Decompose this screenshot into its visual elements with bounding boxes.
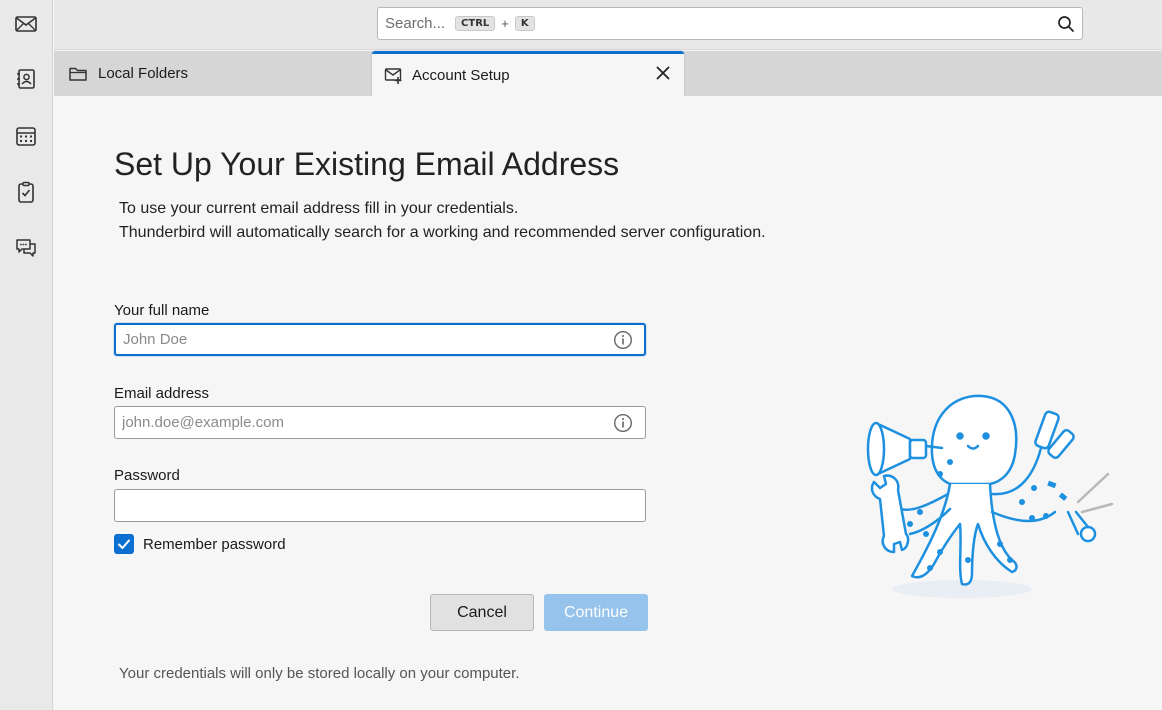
email-label: Email address xyxy=(114,385,210,402)
checkmark-icon xyxy=(118,539,130,549)
credentials-footnote: Your credentials will only be stored loc… xyxy=(119,665,520,682)
chat-space-button[interactable] xyxy=(9,231,43,265)
mail-setup-icon xyxy=(384,68,402,84)
chat-icon xyxy=(16,239,36,257)
password-input[interactable] xyxy=(115,490,595,521)
calendar-space-button[interactable] xyxy=(9,119,43,153)
mail-space-button[interactable] xyxy=(9,7,43,41)
fullname-field-wrapper xyxy=(114,323,646,356)
octopus-mascot-illustration xyxy=(866,394,1114,598)
global-search-box[interactable]: Search... CTRL + K xyxy=(377,7,1083,40)
page-title: Set Up Your Existing Email Address xyxy=(114,146,620,182)
tasks-space-button[interactable] xyxy=(9,175,43,209)
remember-password-option[interactable]: Remember password xyxy=(114,534,286,554)
address-book-icon xyxy=(17,69,35,89)
shortcut-ctrl-key: CTRL xyxy=(455,16,496,31)
tab-bar: Local Folders Account Setup xyxy=(54,51,1162,96)
tab-local-folders[interactable]: Local Folders xyxy=(68,51,188,96)
page-description: To use your current email address fill i… xyxy=(119,197,766,245)
tab-label: Local Folders xyxy=(98,65,189,82)
folder-icon xyxy=(69,67,87,81)
tasks-icon xyxy=(18,181,34,203)
account-setup-page: Set Up Your Existing Email Address To us… xyxy=(54,96,1162,710)
fullname-label: Your full name xyxy=(114,302,210,319)
calendar-icon xyxy=(16,127,36,146)
spaces-toolbar xyxy=(0,0,53,710)
search-icon[interactable] xyxy=(1056,14,1076,34)
fullname-input[interactable] xyxy=(116,325,596,354)
shortcut-plus: + xyxy=(501,16,509,31)
envelope-icon xyxy=(15,16,37,32)
address-book-space-button[interactable] xyxy=(9,62,43,96)
remember-password-checkbox[interactable] xyxy=(114,534,134,554)
info-icon[interactable] xyxy=(613,330,633,350)
remember-password-label: Remember password xyxy=(143,535,286,553)
info-icon[interactable] xyxy=(613,413,633,433)
email-field-wrapper xyxy=(114,406,646,439)
description-line-1: To use your current email address fill i… xyxy=(119,200,519,217)
shortcut-k-key: K xyxy=(514,16,535,31)
close-icon[interactable] xyxy=(654,64,672,82)
top-toolbar: Search... CTRL + K xyxy=(54,0,1162,50)
password-label: Password xyxy=(114,467,180,484)
description-line-2: Thunderbird will automatically search fo… xyxy=(119,224,766,241)
continue-button[interactable]: Continue xyxy=(544,594,648,631)
email-input[interactable] xyxy=(115,407,595,438)
tab-account-setup[interactable]: Account Setup xyxy=(372,51,684,96)
cancel-button[interactable]: Cancel xyxy=(430,594,534,631)
search-placeholder: Search... xyxy=(385,15,446,32)
password-field-wrapper xyxy=(114,489,646,522)
tab-label: Account Setup xyxy=(412,66,510,84)
